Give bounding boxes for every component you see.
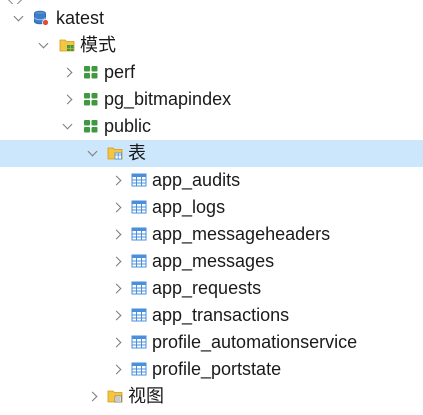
table-label: profile_portstate	[152, 359, 282, 379]
chevron-right-icon[interactable]	[111, 356, 127, 383]
table-icon	[131, 172, 147, 188]
table-icon	[131, 280, 147, 296]
connection-label: katest	[56, 8, 105, 28]
clipped-row-above	[0, 0, 423, 4]
table-icon	[131, 253, 147, 269]
tree-node-schema-public[interactable]: public	[0, 113, 423, 140]
chevron-down-icon[interactable]	[85, 140, 101, 167]
views-folder-label: 视图	[128, 386, 164, 406]
chevron-right-icon[interactable]	[111, 248, 127, 275]
chevron-down-icon	[7, 0, 23, 4]
schema-label: public	[104, 116, 152, 136]
tree-node-table[interactable]: app_audits	[0, 167, 423, 194]
chevron-right-icon[interactable]	[111, 194, 127, 221]
tree-node-schemas-folder[interactable]: 模式	[0, 32, 423, 59]
schema-label: pg_bitmapindex	[104, 89, 232, 109]
table-label: profile_automationservice	[152, 332, 358, 352]
database-icon	[33, 10, 49, 26]
tree-node-table[interactable]: app_transactions	[0, 302, 423, 329]
schema-folder-icon	[59, 37, 75, 53]
schemas-folder-label: 模式	[80, 35, 116, 55]
tree-node-table[interactable]: profile_automationservice	[0, 329, 423, 356]
chevron-right-icon[interactable]	[87, 383, 103, 410]
view-folder-icon	[107, 388, 123, 404]
table-icon	[131, 334, 147, 350]
tree-node-tables-folder[interactable]: 表	[0, 140, 423, 167]
tree-node-table[interactable]: app_logs	[0, 194, 423, 221]
chevron-down-icon[interactable]	[60, 113, 76, 140]
navigator-tree: katest 模式 perf pg_bitmapindex public 表 a…	[0, 0, 423, 415]
tree-node-connection[interactable]: katest	[0, 5, 423, 32]
table-icon	[131, 361, 147, 377]
tables-folder-label: 表	[128, 143, 146, 163]
schema-icon	[83, 91, 99, 107]
table-label: app_requests	[152, 278, 262, 298]
table-icon	[131, 307, 147, 323]
chevron-right-icon[interactable]	[111, 329, 127, 356]
chevron-down-icon[interactable]	[11, 5, 27, 32]
chevron-right-icon[interactable]	[111, 167, 127, 194]
chevron-right-icon[interactable]	[111, 275, 127, 302]
tree-node-schema-pg-bitmapindex[interactable]: pg_bitmapindex	[0, 86, 423, 113]
table-label: app_audits	[152, 170, 241, 190]
chevron-right-icon[interactable]	[62, 86, 78, 113]
schema-icon	[83, 118, 99, 134]
chevron-right-icon[interactable]	[111, 302, 127, 329]
table-label: app_messageheaders	[152, 224, 331, 244]
table-label: app_messages	[152, 251, 275, 271]
tree-node-table[interactable]: profile_portstate	[0, 356, 423, 383]
tree-node-table[interactable]: app_messages	[0, 248, 423, 275]
table-label: app_logs	[152, 197, 226, 217]
tree-node-schema-perf[interactable]: perf	[0, 59, 423, 86]
tree-node-table[interactable]: app_requests	[0, 275, 423, 302]
chevron-right-icon[interactable]	[62, 59, 78, 86]
table-folder-icon	[107, 145, 123, 161]
tree-node-table[interactable]: app_messageheaders	[0, 221, 423, 248]
chevron-right-icon[interactable]	[111, 221, 127, 248]
table-label: app_transactions	[152, 305, 290, 325]
tree-node-views-folder[interactable]: 视图	[0, 383, 423, 410]
schema-label: perf	[104, 62, 136, 82]
chevron-down-icon[interactable]	[36, 32, 52, 59]
table-icon	[131, 199, 147, 215]
schema-icon	[83, 64, 99, 80]
table-icon	[131, 226, 147, 242]
